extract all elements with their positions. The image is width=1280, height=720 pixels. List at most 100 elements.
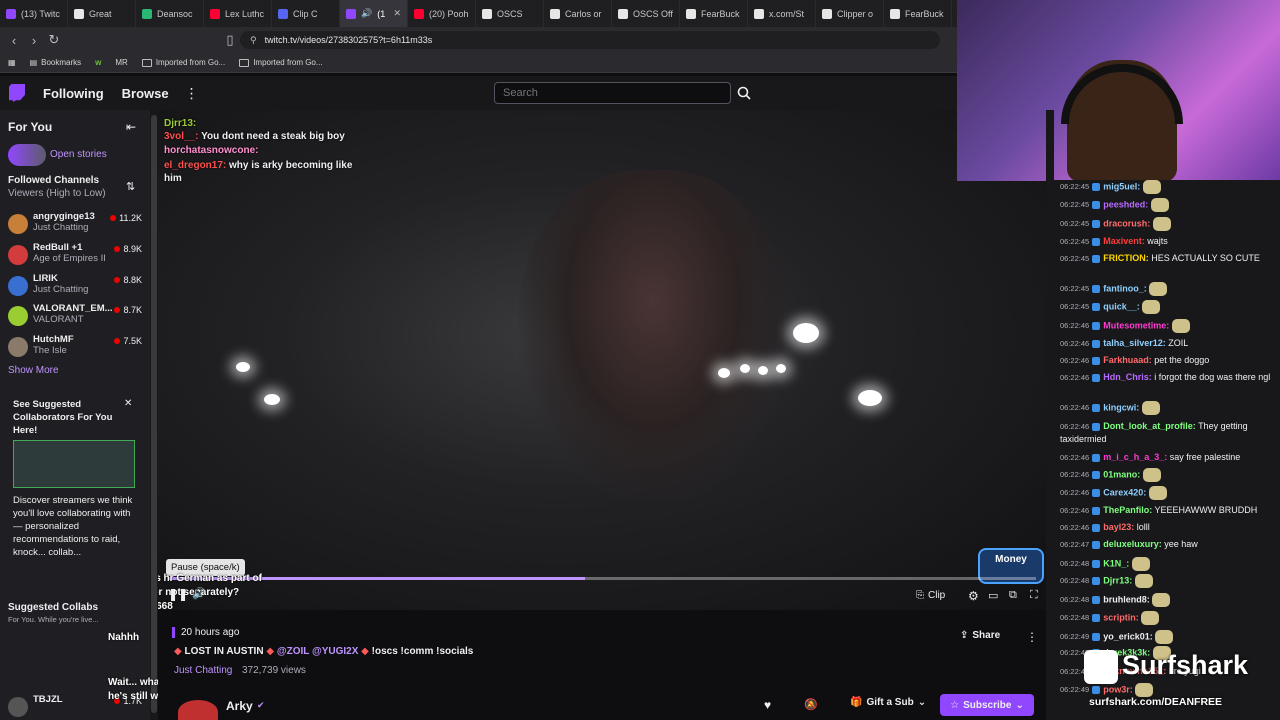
chat-username[interactable]: fantinoo_:	[1103, 283, 1147, 293]
suggested-collabs-sub: For You. While you're live...	[8, 615, 99, 624]
browser-tab[interactable]: FearBuck	[680, 0, 748, 27]
browser-tab[interactable]: Clip C	[272, 0, 340, 27]
chat-username[interactable]: yo_erick01:	[1103, 631, 1153, 641]
sidebar-scrollbar[interactable]	[150, 110, 158, 720]
chat-username[interactable]: dracorush:	[1103, 218, 1150, 228]
browser-tab[interactable]: x.com/St	[748, 0, 816, 27]
chat-username[interactable]: ThePanfilo:	[1103, 505, 1152, 515]
chat-username[interactable]: deluxeluxury:	[1103, 539, 1162, 549]
more-options-icon[interactable]: ⋮	[185, 85, 199, 102]
bookmarks-button[interactable]: ▤ Bookmarks	[30, 58, 82, 67]
x-logo-icon	[618, 8, 628, 19]
browser-tab[interactable]: OSCS Off	[612, 0, 680, 27]
streamer-avatar[interactable]	[178, 700, 218, 720]
browser-tab[interactable]: (13) Twitc	[0, 0, 68, 27]
chat-badge-icon	[1092, 633, 1101, 641]
browser-tab[interactable]: Lex Luthc	[204, 0, 272, 27]
chat-username[interactable]: 01mano:	[1103, 469, 1140, 479]
video-player[interactable]: Djrr13: 3vol__: You dont need a steak bi…	[158, 110, 1046, 610]
search-icon[interactable]	[733, 82, 755, 104]
twitch-logo-icon[interactable]	[9, 84, 25, 102]
more-options-icon[interactable]: ⋮	[1026, 630, 1038, 644]
share-button[interactable]: ⇪ Share	[960, 630, 1000, 641]
browser-tab[interactable]: (20) Pooh	[408, 0, 476, 27]
chat-username[interactable]: Djrr13:	[1103, 575, 1132, 585]
browser-tab-active[interactable]: 🔊 (1 ✕	[340, 0, 408, 27]
fullscreen-icon[interactable]: ⛶	[1030, 589, 1038, 602]
site-info-icon[interactable]: ⚲	[250, 35, 257, 46]
chat-username[interactable]: bayl23:	[1103, 522, 1134, 532]
chat-username[interactable]: Farkhuaad:	[1103, 355, 1152, 365]
bookmark-item[interactable]: MR	[115, 58, 127, 67]
browser-tab[interactable]: Great	[68, 0, 136, 27]
chat-username[interactable]: Hdn_Chris:	[1103, 372, 1152, 382]
browser-tab[interactable]: Clipper o	[816, 0, 884, 27]
settings-gear-icon[interactable]: ⚙	[968, 589, 979, 603]
show-more-link[interactable]: Show More	[8, 365, 59, 376]
theatre-mode-icon[interactable]: ▭	[988, 589, 998, 602]
notifications-off-icon[interactable]: 🔕	[804, 698, 818, 711]
following-link[interactable]: Following	[43, 86, 104, 101]
category-link[interactable]: Just Chatting	[174, 665, 232, 676]
browser-tab[interactable]: Deansoc	[136, 0, 204, 27]
chat-username[interactable]: K1N_:	[1103, 558, 1129, 568]
subscribe-button[interactable]: ☆ Subscribe ⌄	[940, 694, 1034, 716]
search-input[interactable]	[494, 82, 731, 104]
apps-grid-icon[interactable]: ▦	[8, 58, 16, 67]
viewer-count: 11.2K	[110, 213, 142, 223]
chat-username[interactable]: Mutesometime:	[1103, 320, 1169, 330]
clip-button[interactable]: ⎘ Clip	[916, 590, 945, 601]
chat-username[interactable]: m_i_c_h_a_3_:	[1103, 452, 1167, 462]
back-icon[interactable]: ‹	[4, 33, 24, 48]
channel-item[interactable]: LIRIK Just Chatting 8.8K	[6, 273, 146, 301]
chat-username[interactable]: bruhlend8:	[1103, 594, 1150, 604]
chat-username[interactable]: Carex420:	[1103, 487, 1146, 497]
browse-link[interactable]: Browse	[122, 86, 169, 101]
light-glare	[740, 364, 750, 373]
close-icon[interactable]: ✕	[393, 8, 401, 19]
forward-icon[interactable]: ›	[24, 33, 44, 48]
chat-username[interactable]: quick__:	[1103, 301, 1140, 311]
chat-username[interactable]: peeshded:	[1103, 199, 1148, 209]
chat-username[interactable]: mig5uel:	[1103, 181, 1140, 191]
heart-follow-icon[interactable]: ♥	[764, 698, 771, 712]
speaker-icon[interactable]: 🔊	[361, 8, 372, 19]
streamer-name[interactable]: Arky	[226, 699, 253, 713]
webcam-overlay	[957, 0, 1280, 181]
url-field[interactable]: ⚲ twitch.tv/videos/2738302575?t=6h11m33s	[240, 31, 940, 49]
gift-sub-button[interactable]: 🎁 Gift a Sub ⌄	[850, 697, 926, 708]
chat-username[interactable]: Maxivent:	[1103, 236, 1145, 246]
sort-icon[interactable]: ⇅	[126, 180, 135, 193]
chat-username[interactable]: FRICTION:	[1103, 253, 1149, 263]
title-tags[interactable]: @ZOIL @YUGI2X	[277, 646, 359, 657]
reload-icon[interactable]: ↻	[44, 32, 64, 48]
bookmark-icon[interactable]: ▯	[220, 32, 240, 48]
bookmark-folder[interactable]: Imported from Go...	[239, 58, 323, 67]
scrollbar-thumb[interactable]	[151, 115, 157, 713]
pause-icon[interactable]: ❚❚	[168, 587, 188, 601]
volume-icon[interactable]: 🔊	[192, 587, 206, 600]
close-icon[interactable]: ✕	[124, 398, 132, 409]
channel-item[interactable]: RedBull +1 Age of Empires II 8.9K	[6, 242, 146, 270]
chat-timestamp: 06:22:45	[1060, 182, 1090, 192]
bookmark-item[interactable]: w	[95, 58, 101, 67]
browser-tab[interactable]: Carlos or	[544, 0, 612, 27]
open-stories-link[interactable]: Open stories	[50, 149, 107, 160]
chat-username[interactable]: talha_silver12:	[1103, 338, 1166, 348]
progress-track[interactable]	[168, 577, 1036, 580]
chat-username[interactable]: Dont_look_at_profile:	[1103, 421, 1196, 431]
chat-username[interactable]: kingcwi:	[1103, 402, 1139, 412]
browser-tab[interactable]: OSCS	[476, 0, 544, 27]
channel-item[interactable]: VALORANT_EM... VALORANT 8.7K	[6, 303, 146, 331]
avatar	[8, 306, 28, 326]
chat-username[interactable]: scriptin:	[1103, 612, 1139, 622]
bookmark-folder[interactable]: Imported from Go...	[141, 58, 225, 67]
collapse-sidebar-icon[interactable]: ⇤	[126, 120, 136, 134]
sponsor-brand: Surfshark	[1122, 650, 1249, 680]
suggest-body: Discover streamers we think you'll love …	[13, 495, 133, 558]
browser-tab[interactable]: FearBuck	[884, 0, 952, 27]
channel-item[interactable]: angryginge13 Just Chatting 11.2K	[6, 211, 146, 239]
stories-avatars[interactable]	[8, 144, 46, 166]
mini-player-icon[interactable]: ⧉	[1009, 589, 1017, 602]
channel-item[interactable]: HutchMF The Isle 7.5K	[6, 334, 146, 362]
